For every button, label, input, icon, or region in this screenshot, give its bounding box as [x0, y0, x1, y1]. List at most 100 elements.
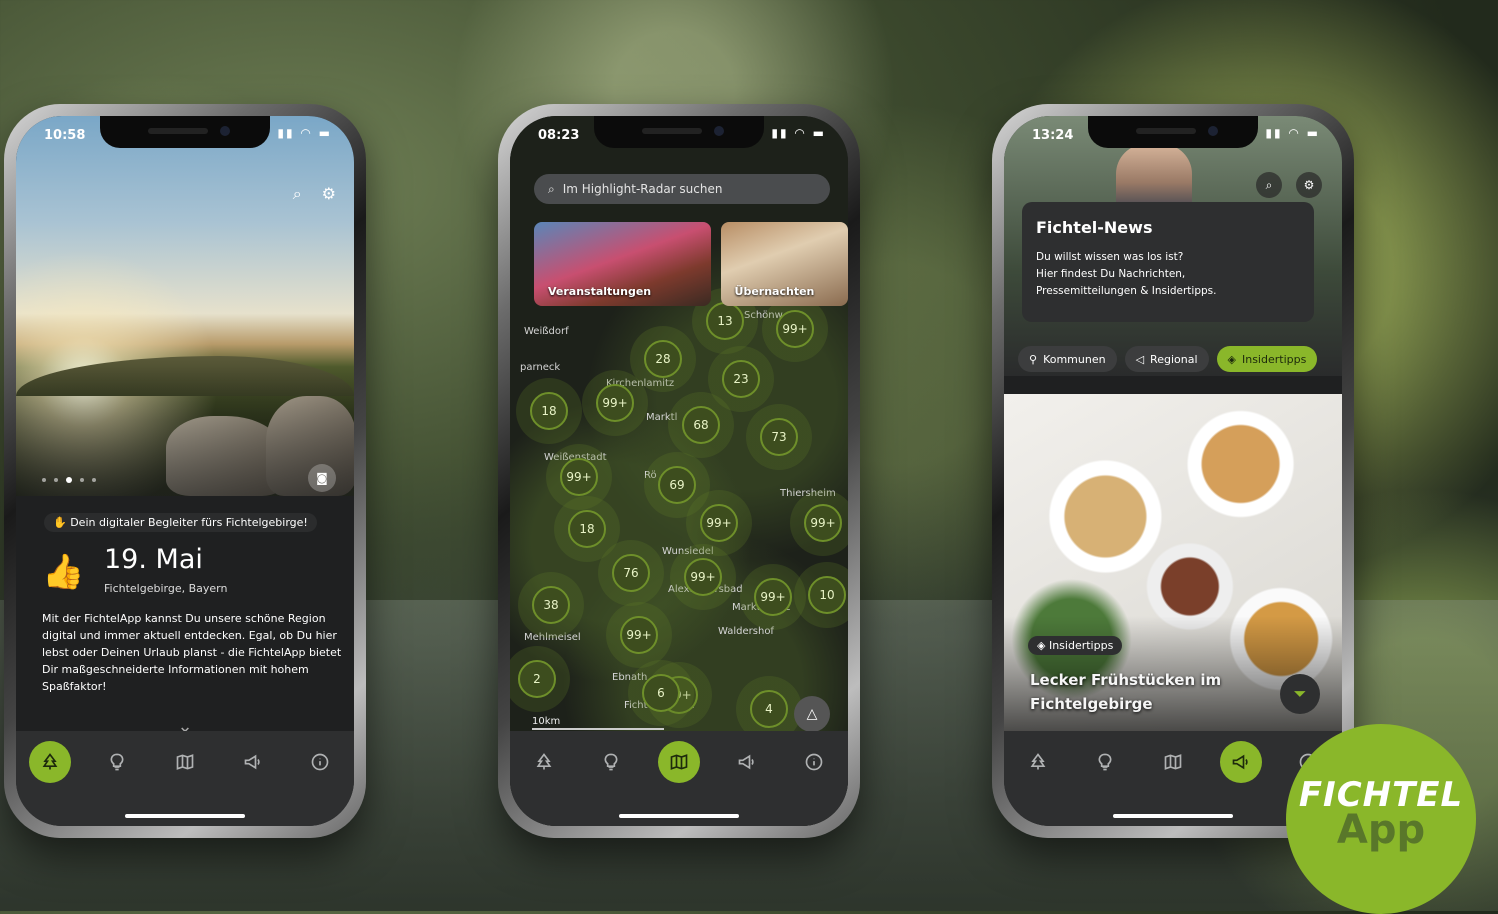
- tab-tips[interactable]: [96, 741, 138, 783]
- article-title[interactable]: Lecker Frühstücken im Fichtelgebirge: [1030, 668, 1230, 716]
- tab-tips[interactable]: [1084, 741, 1126, 783]
- map-town-label: Rö: [644, 470, 657, 481]
- megaphone-icon: [244, 754, 260, 770]
- tab-news[interactable]: [232, 741, 274, 783]
- tab-info[interactable]: [299, 741, 341, 783]
- news-screen: 13:24 ▮▮ ◠ ▬ ⌕ ⚙ Fichtel-News Du willst …: [1004, 116, 1342, 826]
- map-cluster[interactable]: 28: [644, 340, 682, 378]
- tree-icon: [536, 753, 552, 770]
- map-cluster[interactable]: 99+: [596, 384, 634, 422]
- map-town-label: Waldershof: [718, 626, 774, 637]
- map-cluster[interactable]: 2: [518, 660, 556, 698]
- thumbs-up-icon[interactable]: 👍: [42, 552, 84, 592]
- news-info-card: Fichtel-News Du willst wissen was los is…: [1022, 202, 1314, 322]
- map-icon: [670, 754, 688, 770]
- news-text: Hier findest Du Nachrichten,: [1036, 268, 1186, 280]
- map-cluster[interactable]: 69: [658, 466, 696, 504]
- megaphone-icon: [1232, 754, 1248, 770]
- chip-kommunen[interactable]: ⚲ Kommunen: [1018, 346, 1117, 372]
- home-screen: 10:58 ▮▮ ◠ ▬ ⌕ ⚙ ◙ ✋ Dein digitaler Begl…: [16, 116, 354, 826]
- news-text: Du willst wissen was los ist?: [1036, 251, 1184, 263]
- phone-home: 10:58 ▮▮ ◠ ▬ ⌕ ⚙ ◙ ✋ Dein digitaler Begl…: [4, 104, 366, 838]
- status-time: 08:23: [538, 128, 580, 143]
- tree-icon: [1030, 753, 1046, 770]
- search-icon[interactable]: ⌕: [293, 184, 302, 204]
- home-indicator: [619, 814, 739, 818]
- map-cluster[interactable]: 99+: [684, 558, 722, 596]
- filter-icon[interactable]: ⏷: [1280, 674, 1320, 714]
- info-icon: [311, 753, 329, 771]
- tab-map[interactable]: [164, 741, 206, 783]
- category-cards: Veranstaltungen Übernachten: [534, 222, 848, 310]
- map-cluster[interactable]: 10: [808, 576, 846, 614]
- info-icon: [805, 753, 823, 771]
- map-cluster[interactable]: 68: [682, 406, 720, 444]
- fichtelapp-logo: FICHTEL App: [1286, 724, 1476, 914]
- phone-map: 08:23 ▮▮ ◠ ▬ ⌕ Im Highlight-Radar suchen…: [498, 104, 860, 838]
- chip-insidertipps[interactable]: ◈ Insidertipps: [1216, 346, 1318, 372]
- tab-bar: [16, 731, 354, 826]
- status-icons: ▮▮ ◠ ▬: [771, 126, 826, 140]
- tab-home[interactable]: [1017, 741, 1059, 783]
- map-town-label: Mehlmeisel: [524, 632, 581, 643]
- map-town-label: parneck: [520, 362, 561, 373]
- search-icon[interactable]: ⌕: [1256, 172, 1282, 198]
- tagline-badge: ✋ Dein digitaler Begleiter fürs Fichtelg…: [44, 513, 317, 532]
- tab-news[interactable]: [726, 741, 768, 783]
- news-text: Pressemitteilungen & Insidertipps.: [1036, 285, 1217, 297]
- status-time: 10:58: [44, 128, 86, 143]
- map-town-label: Marktl: [646, 412, 678, 423]
- map-cluster[interactable]: 99+: [804, 504, 842, 542]
- map-cluster[interactable]: 4: [750, 690, 788, 728]
- phone-news: 13:24 ▮▮ ◠ ▬ ⌕ ⚙ Fichtel-News Du willst …: [992, 104, 1354, 838]
- search-icon: ⌕: [548, 181, 555, 196]
- gear-icon[interactable]: ⚙: [1296, 172, 1322, 198]
- pin-icon: ⚲: [1029, 352, 1038, 366]
- gear-icon[interactable]: ⚙: [322, 184, 336, 204]
- tab-tips[interactable]: [590, 741, 632, 783]
- map-cluster[interactable]: 99+: [700, 504, 738, 542]
- map-cluster[interactable]: 99+: [754, 578, 792, 616]
- tab-map[interactable]: [657, 741, 700, 783]
- tab-bar: [510, 731, 848, 826]
- tab-home[interactable]: [523, 741, 565, 783]
- home-indicator: [125, 814, 245, 818]
- map-town-label: Weißdorf: [524, 326, 569, 337]
- search-input[interactable]: ⌕ Im Highlight-Radar suchen: [534, 174, 830, 204]
- tab-map[interactable]: [1152, 741, 1194, 783]
- map-scale-bar: [532, 728, 664, 730]
- map-cluster[interactable]: 23: [722, 360, 760, 398]
- card-accommodation[interactable]: Übernachten: [720, 222, 848, 306]
- navigation-icon[interactable]: △: [794, 696, 830, 732]
- tab-news[interactable]: [1219, 741, 1262, 783]
- tab-home[interactable]: [28, 741, 71, 783]
- news-title: Fichtel-News: [1036, 218, 1153, 237]
- news-filter-chips: ⚲ Kommunen ◁ Regional ◈ Insidertipps: [1018, 346, 1318, 372]
- map-cluster[interactable]: 38: [532, 586, 570, 624]
- tab-info[interactable]: [793, 741, 835, 783]
- map-cluster[interactable]: 18: [530, 392, 568, 430]
- map-icon: [1164, 754, 1182, 770]
- megaphone-icon: ◁: [1135, 352, 1145, 366]
- map-cluster[interactable]: 99+: [560, 458, 598, 496]
- date-title: 19. Mai: [104, 544, 203, 575]
- lightbulb-icon: [110, 753, 124, 771]
- map-cluster[interactable]: 18: [568, 510, 606, 548]
- person-photo: [1116, 144, 1192, 208]
- map-cluster[interactable]: 6: [642, 674, 680, 712]
- article-category-badge: ◈ Insidertipps: [1028, 636, 1123, 655]
- lightbulb-icon: [604, 753, 618, 771]
- carousel-dots[interactable]: [42, 477, 96, 483]
- card-events[interactable]: Veranstaltungen: [534, 222, 711, 306]
- tag-icon: ◈: [1227, 352, 1236, 366]
- camera-icon[interactable]: ◙: [308, 464, 336, 492]
- map-cluster[interactable]: 99+: [776, 310, 814, 348]
- home-indicator: [1113, 814, 1233, 818]
- chip-regional[interactable]: ◁ Regional: [1124, 346, 1209, 372]
- map-screen: 08:23 ▮▮ ◠ ▬ ⌕ Im Highlight-Radar suchen…: [510, 116, 848, 826]
- map-town-label: Schönw: [744, 310, 783, 321]
- status-icons: ▮▮ ◠ ▬: [277, 126, 332, 140]
- map-cluster[interactable]: 99+: [620, 616, 658, 654]
- map-cluster[interactable]: 76: [612, 554, 650, 592]
- map-cluster[interactable]: 73: [760, 418, 798, 456]
